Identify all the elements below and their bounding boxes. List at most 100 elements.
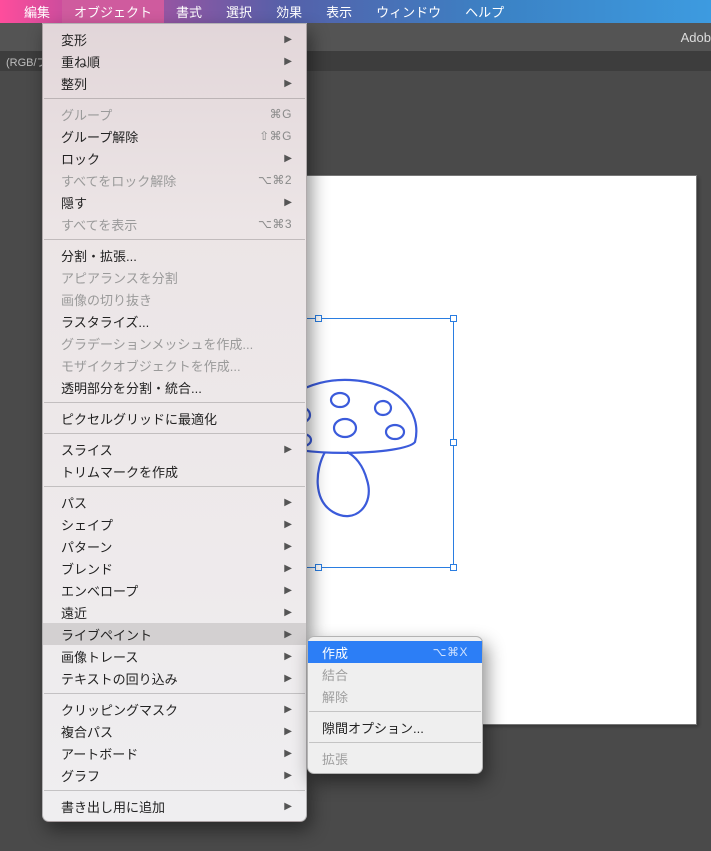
submenu-arrow-icon: ▶ (284, 607, 292, 618)
submenu-arrow-icon: ▶ (284, 444, 292, 455)
menu-item-ピクセルグリッドに最適化[interactable]: ピクセルグリッドに最適化 (43, 407, 306, 429)
menu-item-シェイプ[interactable]: シェイプ ▶ (43, 513, 306, 535)
menu-separator (44, 402, 305, 403)
menu-item-ロック[interactable]: ロック▶ (43, 147, 306, 169)
menu-item-label: ブレンド (61, 559, 113, 578)
menu-item-透明部分を分割・統合...[interactable]: 透明部分を分割・統合... (43, 376, 306, 398)
app-name-label: Adob (681, 30, 711, 45)
menu-item-label: すべてを表示 (61, 215, 137, 234)
submenu-arrow-icon: ▶ (284, 541, 292, 552)
menu-効果[interactable]: 効果 (264, 0, 314, 24)
menu-item-アートボード[interactable]: アートボード▶ (43, 742, 306, 764)
menu-item-テキストの回り込み[interactable]: テキストの回り込み▶ (43, 667, 306, 689)
resize-handle-tr[interactable] (450, 315, 457, 322)
menu-item-label: すべてをロック解除 (61, 171, 176, 190)
menu-separator (44, 239, 305, 240)
menu-item-label: 変形 (61, 30, 87, 49)
menu-item-label: スライス (61, 440, 113, 459)
menu-item-label: テキストの回り込み (61, 669, 178, 688)
menu-item-トリムマークを作成[interactable]: トリムマークを作成 (43, 460, 306, 482)
resize-handle-bm[interactable] (315, 564, 322, 571)
menu-item-ライブペイント[interactable]: ライブペイント▶ (43, 623, 306, 645)
resize-handle-mr[interactable] (450, 439, 457, 446)
menu-item-label: 画像トレース (61, 647, 138, 666)
menu-item-label: パターン (61, 537, 112, 556)
menu-item-グループ: グループ ⌘G (43, 103, 306, 125)
menu-表示[interactable]: 表示 (314, 0, 364, 24)
menu-item-label: グループ (61, 105, 112, 124)
menu-item-パス[interactable]: パス▶ (43, 491, 306, 513)
menu-item-label: パス (61, 493, 87, 512)
livepaint-submenu: 作成⌥⌘X結合解除隙間オプション... 拡張 (307, 636, 483, 774)
menu-item-label: クリッピングマスク (61, 700, 178, 719)
menu-item-label: 複合パス (61, 722, 113, 741)
menu-separator (44, 790, 305, 791)
menu-shortcut: ⌘G (270, 107, 292, 121)
menubar: 編集オブジェクト書式選択効果表示ウィンドウヘルプ (0, 0, 711, 23)
submenu-arrow-icon: ▶ (284, 748, 292, 759)
menu-separator (44, 98, 305, 99)
menu-item-重ね順[interactable]: 重ね順▶ (43, 50, 306, 72)
menu-item-隠す[interactable]: 隠す▶ (43, 191, 306, 213)
menu-item-変形[interactable]: 変形 ▶ (43, 28, 306, 50)
menu-item-label: 解除 (322, 687, 348, 706)
menu-item-エンベロープ[interactable]: エンベロープ▶ (43, 579, 306, 601)
menu-item-アピアランスを分割: アピアランスを分割 (43, 266, 306, 288)
menu-オブジェクト[interactable]: オブジェクト (62, 0, 164, 24)
menu-item-label: 透明部分を分割・統合... (61, 378, 202, 397)
submenu-item-作成[interactable]: 作成⌥⌘X (308, 641, 482, 663)
menu-item-ブレンド[interactable]: ブレンド▶ (43, 557, 306, 579)
submenu-arrow-icon: ▶ (284, 704, 292, 715)
menu-item-スライス[interactable]: スライス ▶ (43, 438, 306, 460)
menu-ヘルプ[interactable]: ヘルプ (453, 0, 516, 24)
submenu-arrow-icon: ▶ (284, 629, 292, 640)
menu-編集[interactable]: 編集 (12, 0, 62, 24)
submenu-arrow-icon: ▶ (284, 651, 292, 662)
menu-item-ラスタライズ...[interactable]: ラスタライズ... (43, 310, 306, 332)
submenu-arrow-icon: ▶ (284, 519, 292, 530)
menu-item-書き出し用に追加[interactable]: 書き出し用に追加 ▶ (43, 795, 306, 817)
menu-item-label: シェイプ (61, 515, 113, 534)
menu-item-パターン[interactable]: パターン ▶ (43, 535, 306, 557)
menu-item-label: 書き出し用に追加 (61, 797, 165, 816)
submenu-arrow-icon: ▶ (284, 153, 292, 164)
menu-item-label: 隙間オプション... (322, 718, 424, 737)
submenu-arrow-icon: ▶ (284, 78, 292, 89)
menu-item-label: アピアランスを分割 (61, 268, 178, 287)
menu-item-グラデーションメッシュを作成...: グラデーションメッシュを作成... (43, 332, 306, 354)
submenu-item-隙間オプション...[interactable]: 隙間オプション... (308, 716, 482, 738)
menu-item-遠近[interactable]: 遠近▶ (43, 601, 306, 623)
menu-separator (44, 486, 305, 487)
submenu-arrow-icon: ▶ (284, 801, 292, 812)
menu-item-label: グラフ (61, 766, 100, 785)
resize-handle-br[interactable] (450, 564, 457, 571)
menu-shortcut: ⌥⌘3 (258, 217, 292, 231)
menu-item-グラフ[interactable]: グラフ▶ (43, 764, 306, 786)
menu-item-label: ピクセルグリッドに最適化 (61, 409, 217, 428)
menu-ウィンドウ[interactable]: ウィンドウ (364, 0, 453, 24)
menu-選択[interactable]: 選択 (214, 0, 264, 24)
menu-item-label: 整列 (61, 74, 87, 93)
menu-item-クリッピングマスク[interactable]: クリッピングマスク ▶ (43, 698, 306, 720)
menu-item-label: トリムマークを作成 (61, 462, 178, 481)
menu-item-label: グループ解除 (61, 127, 138, 146)
menu-shortcut: ⇧⌘G (259, 129, 292, 143)
submenu-item-結合: 結合 (308, 663, 482, 685)
menu-item-画像トレース[interactable]: 画像トレース ▶ (43, 645, 306, 667)
menu-item-グループ解除[interactable]: グループ解除 ⇧⌘G (43, 125, 306, 147)
menu-item-label: 作成 (322, 643, 348, 662)
resize-handle-tm[interactable] (315, 315, 322, 322)
submenu-item-解除: 解除 (308, 685, 482, 707)
menu-item-複合パス[interactable]: 複合パス▶ (43, 720, 306, 742)
menu-item-分割・拡張...[interactable]: 分割・拡張... (43, 244, 306, 266)
menu-item-モザイクオブジェクトを作成...: モザイクオブジェクトを作成... (43, 354, 306, 376)
menu-item-label: 画像の切り抜き (61, 290, 152, 309)
submenu-arrow-icon: ▶ (284, 56, 292, 67)
submenu-arrow-icon: ▶ (284, 34, 292, 45)
menu-item-すべてをロック解除: すべてをロック解除⌥⌘2 (43, 169, 306, 191)
menu-item-整列[interactable]: 整列 ▶ (43, 72, 306, 94)
submenu-arrow-icon: ▶ (284, 197, 292, 208)
menu-書式[interactable]: 書式 (164, 0, 214, 24)
menu-item-label: 分割・拡張... (61, 246, 137, 265)
menu-item-label: 拡張 (322, 749, 348, 768)
